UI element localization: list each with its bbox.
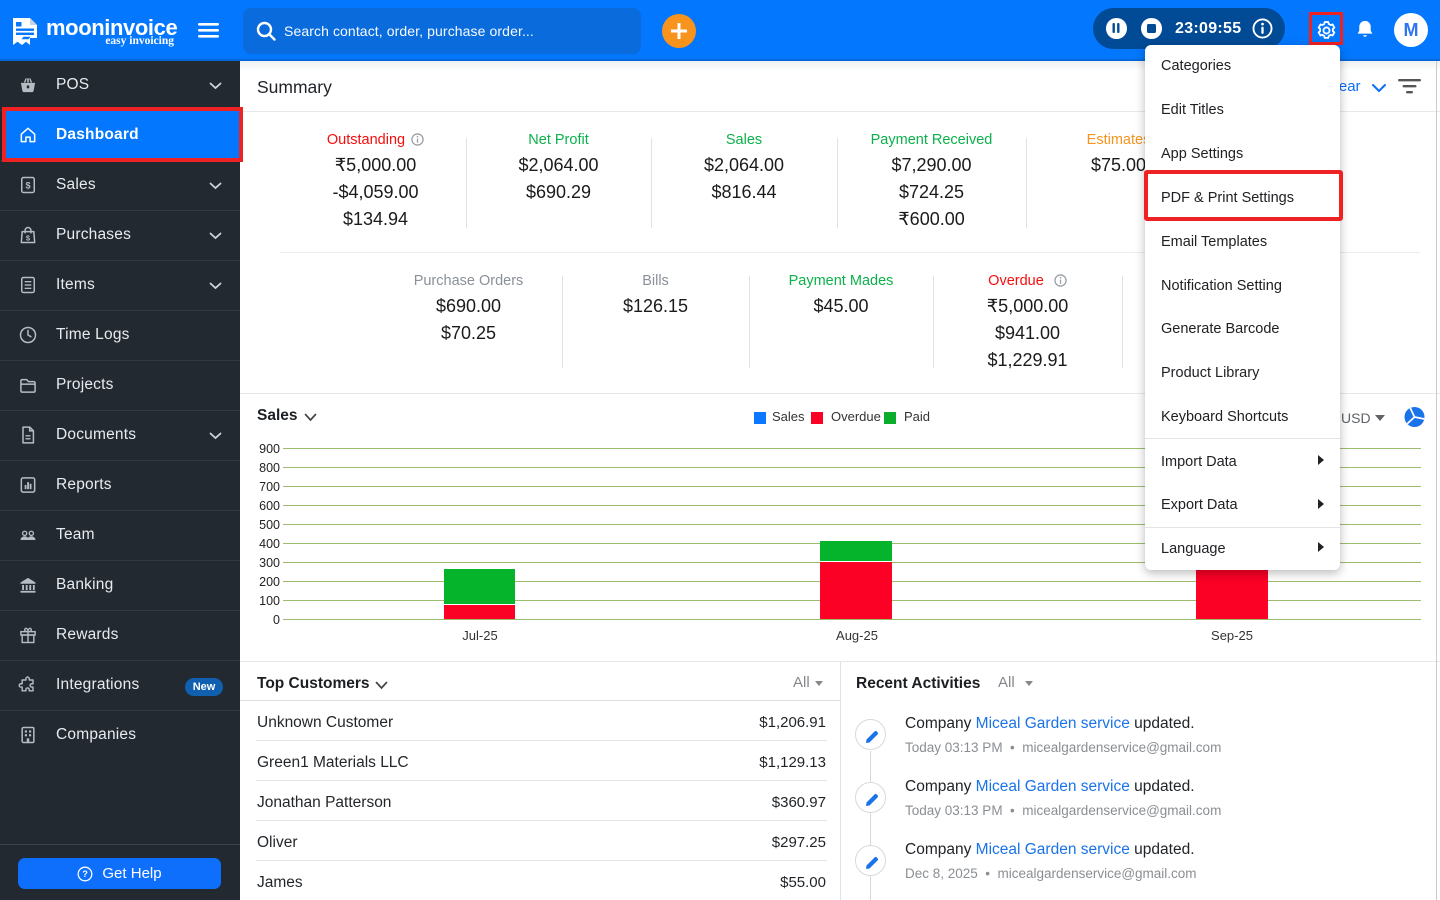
svg-text:$: $ [26, 233, 31, 242]
svg-text:$: $ [25, 180, 30, 190]
svg-text:?: ? [83, 869, 89, 879]
